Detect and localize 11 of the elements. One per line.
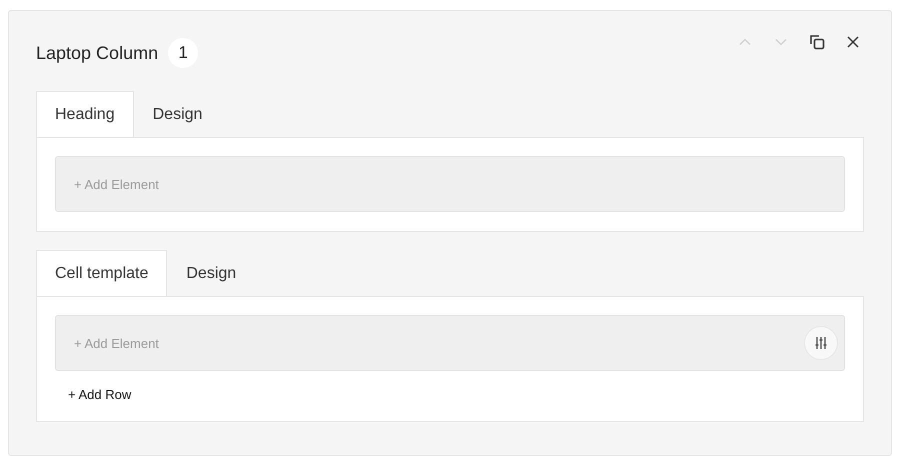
tab[interactable]: Cell template	[36, 250, 168, 296]
tab[interactable]: Heading	[36, 91, 134, 137]
count-badge: 1	[168, 38, 198, 68]
copy-icon	[808, 33, 826, 51]
sliders-icon	[814, 336, 828, 350]
add-row-button[interactable]: + Add Row	[68, 387, 132, 402]
settings-button[interactable]	[804, 326, 838, 360]
panel-title: Laptop Column	[36, 42, 158, 64]
tab[interactable]: Design	[134, 91, 222, 137]
tab[interactable]: Design	[167, 250, 256, 296]
close-icon	[846, 35, 860, 49]
